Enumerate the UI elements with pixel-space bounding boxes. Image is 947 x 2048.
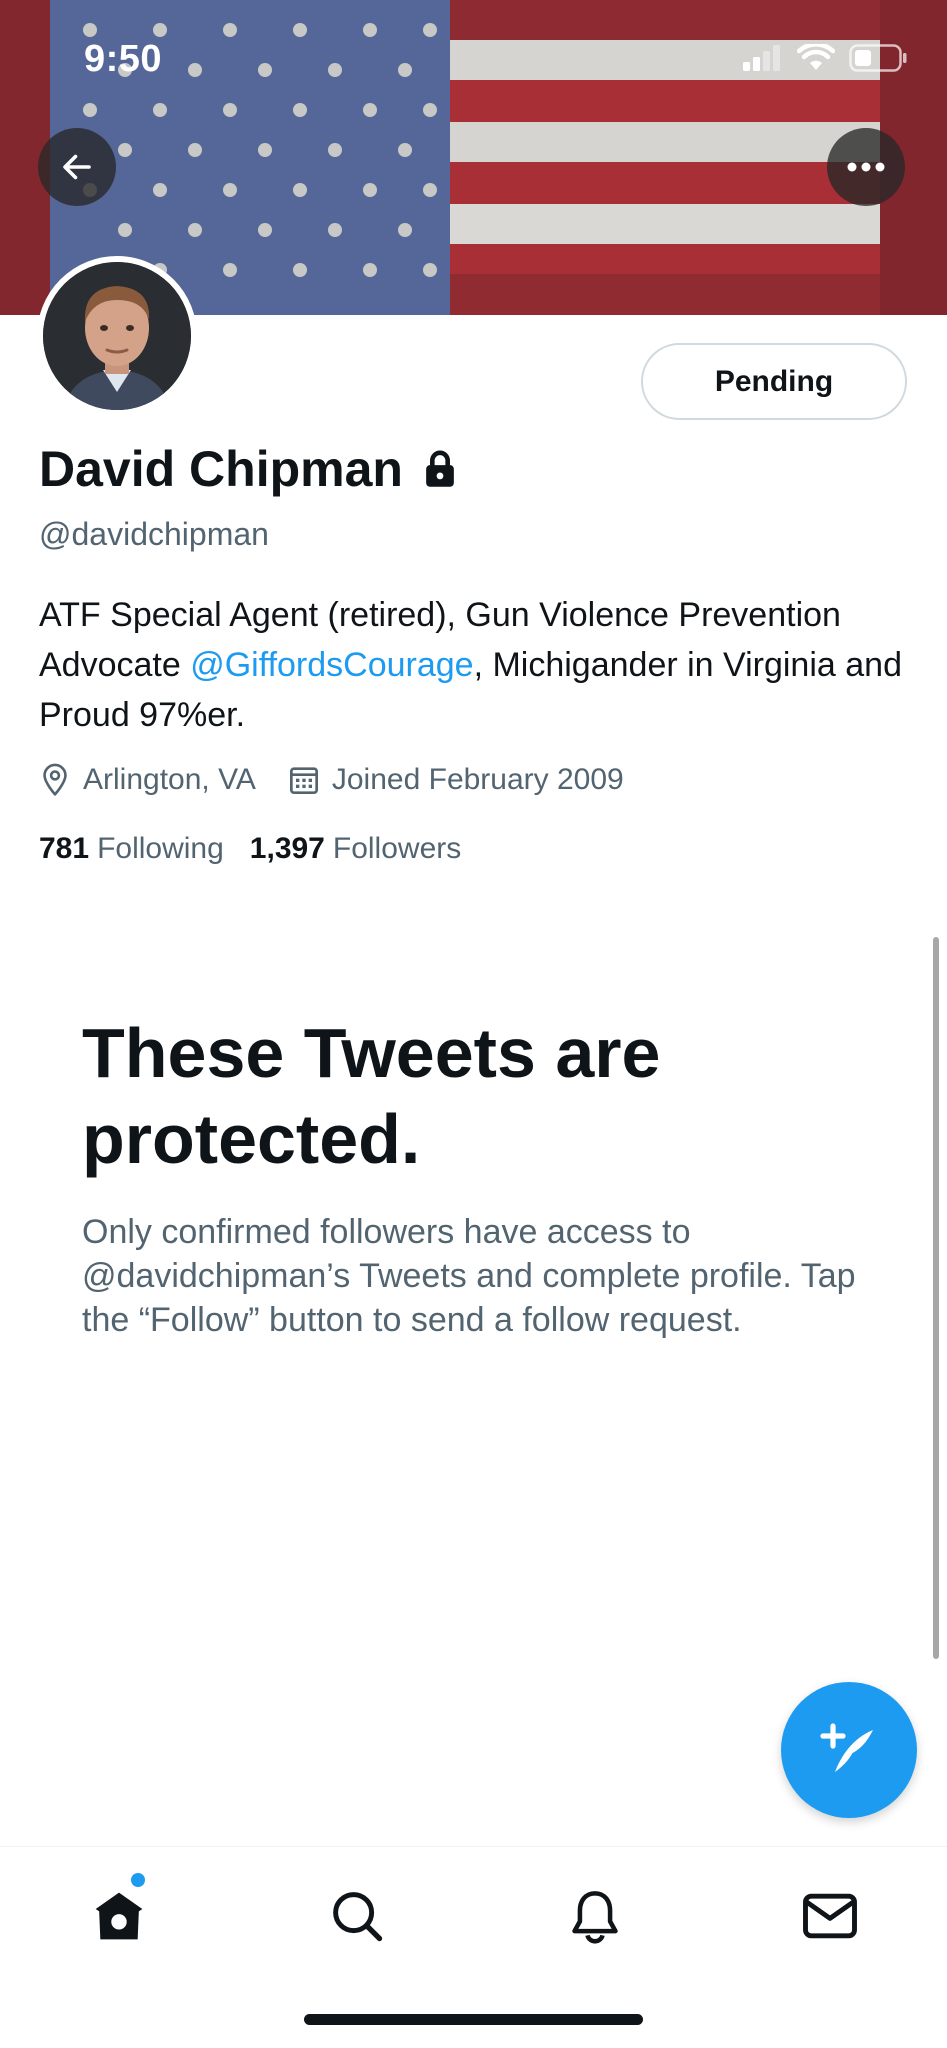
profile-name: David Chipman bbox=[39, 441, 403, 497]
location-item: Arlington, VA bbox=[39, 763, 256, 797]
protected-notice-body: Only confirmed followers have access to … bbox=[82, 1213, 856, 1339]
nav-messages[interactable] bbox=[795, 1881, 865, 1951]
profile-meta: Arlington, VA Joined February 2009 bbox=[39, 763, 656, 797]
lock-icon bbox=[426, 450, 454, 487]
nav-search[interactable] bbox=[322, 1881, 392, 1951]
messages-envelope-icon bbox=[803, 1893, 857, 1939]
nav-home[interactable] bbox=[84, 1881, 154, 1951]
home-icon bbox=[95, 1892, 143, 1940]
compose-tweet-button[interactable] bbox=[781, 1682, 917, 1818]
following-count: 781 bbox=[39, 832, 90, 865]
home-indicator[interactable] bbox=[304, 2014, 643, 2025]
follow-stats: 781 Following 1,397 Followers bbox=[39, 832, 487, 866]
wifi-icon bbox=[797, 44, 835, 70]
status-icons bbox=[743, 44, 907, 72]
scrollbar[interactable] bbox=[933, 937, 939, 1659]
avatar-photo bbox=[43, 262, 191, 410]
followers-stat[interactable]: 1,397 Followers bbox=[250, 832, 461, 866]
notifications-bell-icon bbox=[572, 1891, 618, 1944]
following-label: Following bbox=[97, 832, 224, 865]
location-text: Arlington, VA bbox=[83, 763, 256, 796]
arrow-left-icon bbox=[63, 154, 91, 180]
battery-icon bbox=[849, 44, 907, 72]
pending-follow-button[interactable]: Pending bbox=[641, 343, 907, 420]
cellular-signal-icon bbox=[743, 45, 780, 71]
status-time: 9:50 bbox=[84, 38, 163, 80]
followers-label: Followers bbox=[332, 832, 462, 865]
followers-count: 1,397 bbox=[249, 832, 325, 865]
following-stat[interactable]: 781 Following bbox=[39, 832, 224, 866]
bio-mention-link[interactable]: @GiffordsCourage bbox=[190, 646, 473, 684]
profile-handle: @davidchipman bbox=[39, 516, 269, 552]
home-notification-dot bbox=[131, 1873, 145, 1887]
profile-bio: ATF Special Agent (retired), Gun Violenc… bbox=[39, 590, 919, 740]
back-button[interactable] bbox=[38, 128, 116, 206]
profile-avatar[interactable] bbox=[37, 256, 197, 416]
compose-tweet-icon bbox=[820, 1723, 873, 1772]
joined-item: Joined February 2009 bbox=[288, 763, 624, 797]
profile-name-row: David Chipman bbox=[39, 440, 459, 498]
search-icon bbox=[333, 1892, 383, 1942]
more-options-button[interactable] bbox=[827, 128, 905, 206]
nav-notifications[interactable] bbox=[560, 1881, 630, 1951]
location-pin-icon bbox=[43, 763, 67, 796]
more-horizontal-icon bbox=[847, 162, 885, 172]
calendar-icon bbox=[289, 767, 318, 794]
protected-notice-title: These Tweets are protected. bbox=[82, 1014, 661, 1178]
joined-text: Joined February 2009 bbox=[331, 763, 624, 796]
status-bar: 9:50 bbox=[0, 0, 947, 120]
